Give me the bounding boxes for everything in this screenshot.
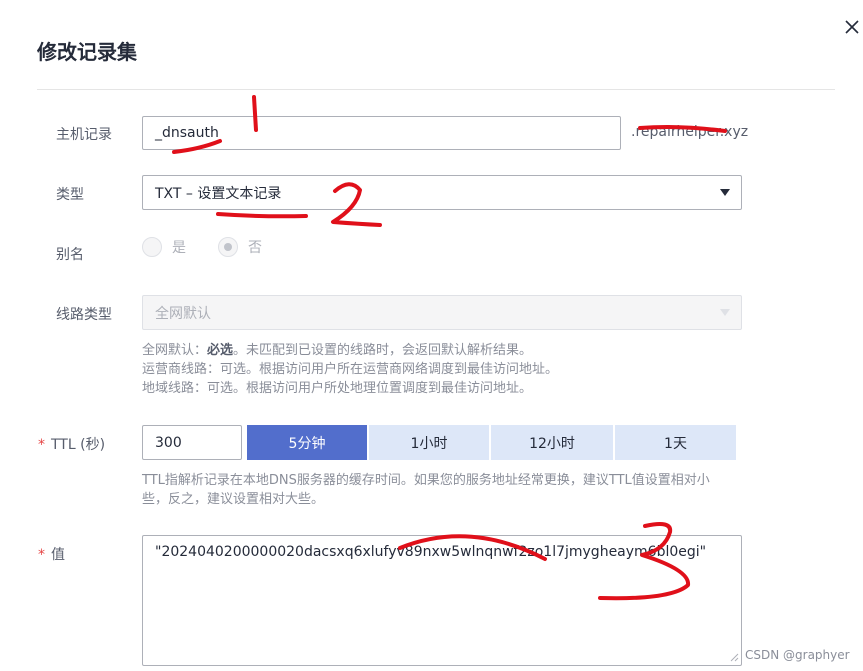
domain-suffix: .repairhelper.xyz	[631, 124, 749, 140]
host-record-label: 主机记录	[56, 127, 112, 143]
line-type-value: 全网默认	[155, 305, 211, 322]
underline-type	[216, 212, 308, 219]
dialog-title: 修改记录集	[37, 40, 137, 64]
line-type-help-line-1: 全网默认：必选。未匹配到已设置的线路时，会返回默认解析结果。	[142, 343, 533, 358]
line-type-help-line-2: 运营商线路：可选。根据访问用户所在运营商网络调度到最佳访问地址。	[142, 362, 559, 377]
host-record-input[interactable]: _dnsauth	[142, 116, 621, 150]
edit-record-dialog: 修改记录集 主机记录 _dnsauth .repairhelper.xyz 类型…	[0, 0, 863, 671]
type-select-value: TXT – 设置文本记录	[155, 185, 282, 202]
ttl-help: TTL指解析记录在本地DNS服务器的缓存时间。如果您的服务地址经常更换，建议TT…	[142, 473, 710, 507]
value-textarea[interactable]: "2024040200000020dacsxq6xlufyv89nxw5wlnq…	[142, 535, 742, 666]
ttl-option-12h[interactable]: 12小时	[491, 425, 613, 460]
required-mark: *	[38, 437, 45, 453]
line-type-help: 全网默认：必选。未匹配到已设置的线路时，会返回默认解析结果。 运营商线路：可选。…	[142, 341, 558, 398]
watermark: CSDN @graphyer	[745, 648, 850, 662]
type-select[interactable]: TXT – 设置文本记录	[142, 175, 742, 210]
close-icon[interactable]	[842, 17, 862, 37]
ttl-value: 300	[155, 434, 182, 451]
resize-handle-icon[interactable]	[729, 652, 739, 662]
ttl-label: * TTL (秒)	[38, 437, 106, 453]
alias-option-no: 否	[248, 240, 262, 256]
alias-radio-group: 是 否	[142, 237, 294, 257]
type-label: 类型	[56, 187, 84, 203]
ttl-option-1d[interactable]: 1天	[615, 425, 736, 460]
ttl-option-1h[interactable]: 1小时	[369, 425, 489, 460]
line-type-label: 线路类型	[56, 307, 112, 323]
alias-radio-yes[interactable]	[142, 237, 162, 257]
header-divider	[37, 89, 835, 90]
value-label: * 值	[38, 547, 65, 563]
line-type-select[interactable]: 全网默认	[142, 295, 742, 330]
alias-radio-no[interactable]	[218, 237, 238, 257]
alias-option-yes: 是	[172, 240, 186, 256]
chevron-down-icon	[720, 189, 730, 196]
value-text: "2024040200000020dacsxq6xlufyv89nxw5wlnq…	[155, 544, 707, 560]
required-mark: *	[38, 547, 45, 563]
host-record-value: _dnsauth	[155, 125, 219, 141]
line-type-help-line-3: 地域线路：可选。根据访问用户所处地理位置调度到最佳访问地址。	[142, 381, 533, 396]
ttl-input[interactable]: 300	[142, 425, 242, 460]
ttl-option-5min[interactable]: 5分钟	[247, 425, 367, 460]
alias-label: 别名	[56, 247, 84, 263]
chevron-down-icon	[720, 309, 730, 316]
